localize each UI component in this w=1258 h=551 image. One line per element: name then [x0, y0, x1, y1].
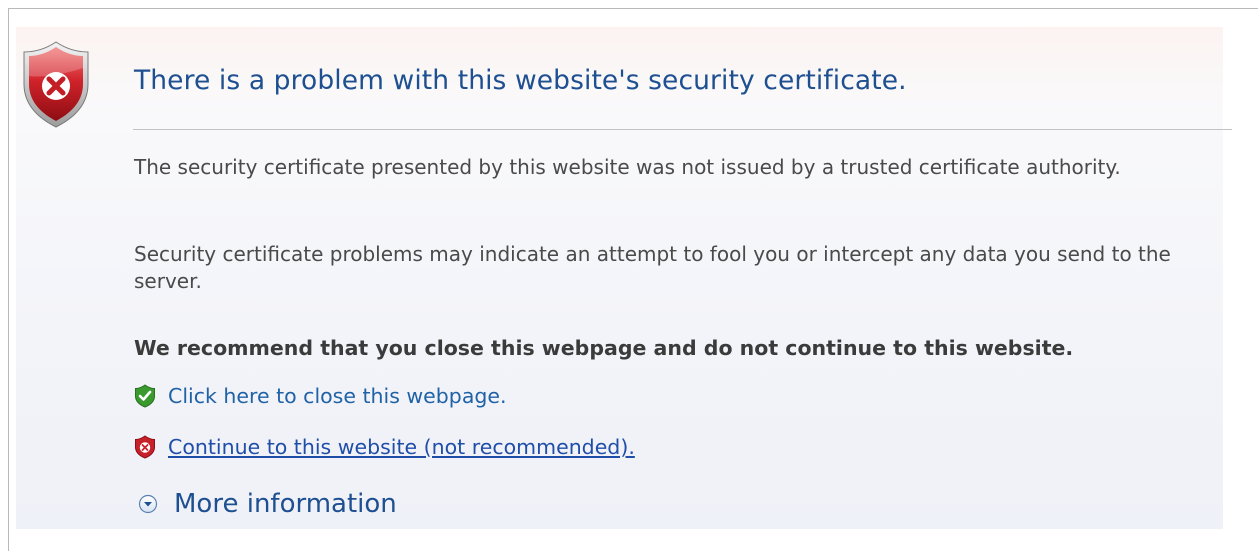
close-webpage-link[interactable]: Click here to close this webpage.	[134, 384, 507, 408]
shield-error-icon	[23, 41, 89, 128]
continue-website-label[interactable]: Continue to this website (not recommende…	[168, 435, 635, 459]
more-information-label[interactable]: More information	[174, 489, 397, 519]
shield-check-icon	[135, 384, 155, 408]
recommendation-text: We recommend that you close this webpage…	[134, 336, 1074, 360]
certificate-description: The security certificate presented by th…	[134, 155, 1121, 179]
shield-x-icon	[135, 435, 155, 459]
page-title: There is a problem with this website's s…	[134, 65, 907, 96]
title-divider	[133, 129, 1232, 130]
close-webpage-label[interactable]: Click here to close this webpage.	[168, 384, 507, 408]
more-information-toggle[interactable]: More information	[138, 489, 397, 519]
continue-website-link[interactable]: Continue to this website (not recommende…	[134, 435, 635, 459]
expand-circle-icon	[138, 494, 158, 514]
security-warning: Security certificate problems may indica…	[134, 242, 1171, 293]
